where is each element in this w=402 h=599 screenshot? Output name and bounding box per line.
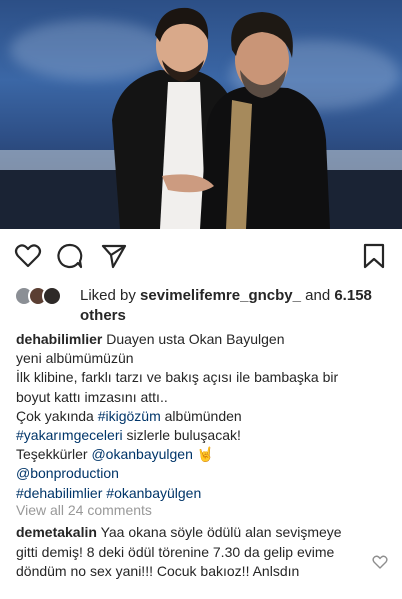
photo-people	[112, 7, 330, 229]
bookmark-icon[interactable]	[360, 242, 388, 270]
caption-username[interactable]: dehabilimlier	[16, 331, 102, 347]
caption-text: albümünden	[160, 407, 242, 424]
liked-by-label: Liked by	[80, 287, 141, 304]
likes-count[interactable]: 6.158	[334, 287, 372, 304]
action-bar	[0, 236, 402, 276]
likes-row: Liked by sevimelifemre_gncby_ and 6.158 …	[12, 282, 392, 324]
heart-outline-icon[interactable]	[14, 242, 42, 270]
comment-like-heart-icon[interactable]	[372, 554, 388, 570]
caption-line: İlk klibine, farklı tarzı ve bakış açısı…	[16, 369, 339, 386]
comment-bubble-icon[interactable]	[56, 242, 84, 270]
hashtag-link[interactable]: #ikigözüm	[98, 408, 161, 424]
liker-username[interactable]: sevimelifemre_gncby_	[140, 287, 301, 304]
likes-and: and	[300, 287, 335, 304]
liker-avatars[interactable]	[14, 286, 68, 306]
avatar	[42, 286, 62, 306]
caption-line: boyut kattı imzasını attı..	[16, 388, 168, 405]
post-caption: dehabilimlier Duayen usta Okan Bayulgen …	[16, 330, 388, 503]
likes-text[interactable]: Liked by sevimelifemre_gncby_ and 6.158 …	[80, 286, 390, 326]
rock-hand-emoji: 🤘	[196, 446, 215, 463]
hashtag-link[interactable]: #yakarımgeceleri	[16, 427, 123, 443]
mention-link[interactable]: @okanbayulgen	[91, 446, 192, 462]
hashtag-link[interactable]: #dehabilimlier	[16, 485, 102, 501]
caption-text: sizlerle buluşacak!	[122, 427, 241, 444]
caption-line: yeni albümümüzün	[16, 350, 134, 367]
comment: demetakalin Yaa okana söyle ödülü alan s…	[16, 523, 360, 582]
caption-line: Duayen usta Okan Bayulgen	[106, 331, 285, 347]
hashtag-link[interactable]: #okanbayülgen	[106, 485, 201, 501]
mention-link[interactable]: @bonproduction	[16, 465, 119, 481]
view-all-comments-link[interactable]: View all 24 comments	[16, 501, 152, 520]
likes-others[interactable]: others	[80, 307, 126, 324]
paper-plane-icon[interactable]	[100, 242, 128, 270]
caption-text: Çok yakında	[16, 407, 98, 424]
caption-text: Teşekkürler	[16, 446, 92, 463]
comment-username[interactable]: demetakalin	[16, 524, 97, 540]
post-photo[interactable]	[0, 0, 402, 229]
